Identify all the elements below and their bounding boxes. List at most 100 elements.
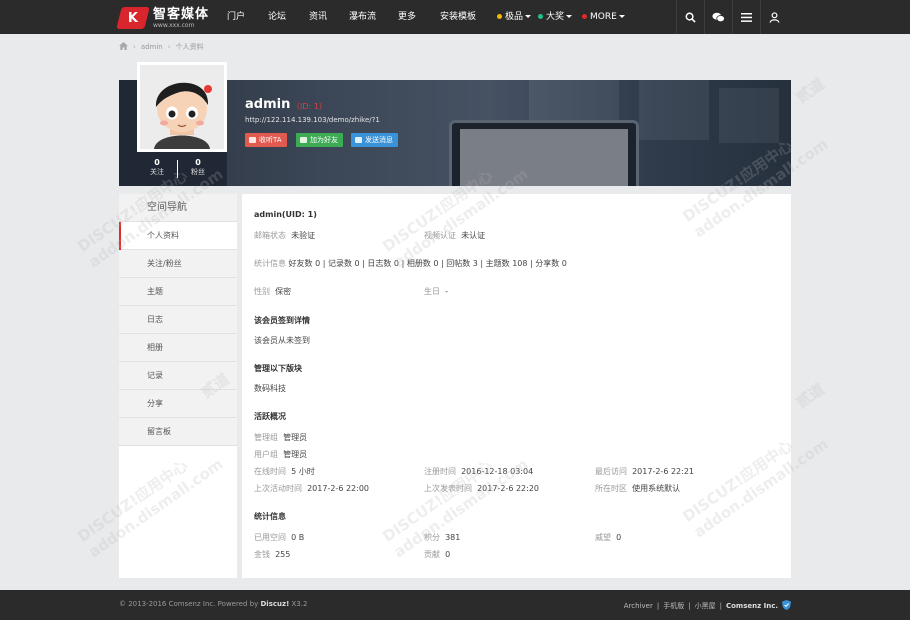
profile-username: admin: [245, 97, 291, 112]
manage-forum-link[interactable]: 数码科技: [254, 383, 286, 394]
watermark-tag: 贰道: [792, 74, 828, 107]
contribution: 贡献 0: [424, 550, 451, 559]
caret-down-icon: [566, 15, 573, 18]
follow-button[interactable]: 收听TA: [245, 133, 287, 147]
timezone: 所在时区 使用系统默认: [595, 484, 681, 493]
points: 积分 381: [424, 533, 461, 542]
footer-company-link[interactable]: Comsenz Inc.: [726, 602, 778, 610]
footer-links: Archiver | 手机版 | 小黑屋 | Comsenz Inc.: [624, 600, 791, 612]
stat-following[interactable]: 0 关注: [137, 158, 177, 177]
footer-link-mobile[interactable]: 手机版: [663, 601, 684, 611]
register-time: 注册时间 2016-12-18 03:04: [424, 467, 534, 476]
user-icon[interactable]: [760, 0, 788, 34]
sidenav-item-threads[interactable]: 主题: [119, 278, 237, 306]
add-friend-button[interactable]: 加为好友: [296, 133, 343, 147]
nav-dropdown-dajiang[interactable]: 大奖: [538, 0, 573, 34]
breadcrumb-separator: ›: [167, 43, 171, 51]
video-verification: 视频认证 未认证: [424, 231, 486, 240]
count-link[interactable]: 回帖数 3: [446, 259, 478, 268]
count-link[interactable]: 好友数 0: [289, 259, 321, 268]
profile-uid: （ID: 1）: [292, 102, 327, 111]
footer-copyright: © 2013-2016 Comsenz Inc. Powered by Disc…: [119, 600, 308, 608]
logo-subtitle: www.xxx.com: [153, 21, 195, 29]
site-logo[interactable]: K 智客媒体 www.xxx.com: [116, 6, 210, 30]
search-icon[interactable]: [676, 0, 704, 34]
email-status: 邮箱状态 未验证: [254, 231, 316, 240]
breadcrumb-item[interactable]: admin: [141, 43, 163, 51]
user-group-link[interactable]: 管理员: [283, 450, 307, 459]
top-navbar: K 智客媒体 www.xxx.com 门户 论坛 资讯 瀑布流 更多 安装模板 …: [0, 0, 910, 34]
count-link[interactable]: 主题数 108: [486, 259, 528, 268]
dot-icon: [538, 14, 543, 19]
count-link[interactable]: 分享数 0: [535, 259, 567, 268]
sidenav-item-doing[interactable]: 记录: [119, 362, 237, 390]
nav-news[interactable]: 资讯: [309, 0, 327, 34]
banner-window: [639, 80, 709, 140]
nav-dropdown-more[interactable]: MORE: [582, 0, 625, 34]
profile-uid-heading: admin(UID: 1): [254, 210, 317, 219]
logo-title: 智客媒体: [153, 6, 210, 22]
activity-heading: 活跃概况: [254, 412, 286, 421]
caret-down-icon: [618, 15, 625, 18]
last-visit: 最后访问 2017-2-6 22:21: [595, 467, 695, 476]
footer: © 2013-2016 Comsenz Inc. Powered by Disc…: [0, 590, 910, 620]
footer-link-blackroom[interactable]: 小黑屋: [695, 601, 716, 611]
sidenav-item-follow[interactable]: 关注/粉丝: [119, 250, 237, 278]
manage-heading: 管理以下版块: [254, 364, 302, 373]
prestige: 威望 0: [595, 533, 622, 542]
stat-followers[interactable]: 0 粉丝: [178, 158, 218, 177]
sidenav-item-share[interactable]: 分享: [119, 390, 237, 418]
admin-group: 管理组 管理员: [254, 433, 308, 442]
wechat-icon[interactable]: [704, 0, 732, 34]
avatar[interactable]: [137, 62, 227, 152]
sidenav-item-profile[interactable]: 个人资料: [119, 222, 237, 250]
count-stats: 统计信息 好友数 0 | 记录数 0 | 日志数 0 | 相册数 0 | 回帖数…: [254, 259, 567, 268]
watermark-tag: 贰道: [792, 379, 828, 412]
nav-portal[interactable]: 门户: [227, 0, 245, 34]
caret-down-icon: [525, 15, 532, 18]
online-time: 在线时间 5 小时: [254, 467, 315, 476]
checkin-text: 该会员从未签到: [254, 336, 310, 345]
space-sidenav: 空间导航 个人资料 关注/粉丝 主题 日志 相册 记录 分享 留言板: [119, 194, 237, 446]
nav-more[interactable]: 更多: [398, 0, 416, 34]
last-active: 上次活动时间 2017-2-6 22:00: [254, 484, 370, 493]
sidenav-item-guestbook[interactable]: 留言板: [119, 418, 237, 446]
stats-heading: 统计信息: [254, 512, 286, 521]
count-link[interactable]: 相册数 0: [407, 259, 439, 268]
breadcrumb-separator: ›: [133, 43, 136, 51]
nav-waterfall[interactable]: 瀑布流: [349, 0, 376, 34]
checkin-heading: 该会员签到详情: [254, 316, 310, 325]
profile-url[interactable]: http://122.114.139.103/demo/zhike/?1: [245, 116, 380, 124]
gender: 性别 保密: [254, 287, 292, 296]
nav-dropdown-jipin[interactable]: 极品: [497, 0, 532, 34]
breadcrumb-item: 个人资料: [175, 43, 204, 51]
add-friend-icon: [300, 137, 307, 143]
sidenav-title: 空间导航: [119, 194, 237, 222]
dot-icon: [582, 14, 587, 19]
follow-icon: [249, 137, 256, 143]
footer-brand-link[interactable]: Discuz!: [261, 600, 290, 608]
message-icon: [355, 137, 362, 143]
send-message-button[interactable]: 发送消息: [351, 133, 398, 147]
last-post: 上次发表时间 2017-2-6 22:20: [424, 484, 540, 493]
dot-icon: [497, 14, 502, 19]
count-link[interactable]: 日志数 0: [367, 259, 399, 268]
nav-forum[interactable]: 论坛: [268, 0, 286, 34]
footer-link-archiver[interactable]: Archiver: [624, 602, 653, 610]
money: 金钱 255: [254, 550, 291, 559]
admin-group-link[interactable]: 管理员: [283, 433, 307, 442]
banner-window: [529, 80, 619, 120]
used-space: 已用空间 0 B: [254, 533, 305, 542]
logo-mark: K: [116, 7, 150, 29]
breadcrumb: › admin › 个人资料: [119, 41, 204, 53]
security-shield-icon[interactable]: [782, 600, 791, 612]
sidenav-item-blog[interactable]: 日志: [119, 306, 237, 334]
menu-icon[interactable]: [732, 0, 760, 34]
birthday: 生日 -: [424, 287, 448, 296]
sidenav-filler: [119, 446, 237, 578]
banner-window: [719, 88, 779, 143]
count-link[interactable]: 记录数 0: [328, 259, 360, 268]
nav-install-template[interactable]: 安装模板: [440, 0, 476, 34]
sidenav-item-album[interactable]: 相册: [119, 334, 237, 362]
home-icon[interactable]: [119, 42, 128, 52]
